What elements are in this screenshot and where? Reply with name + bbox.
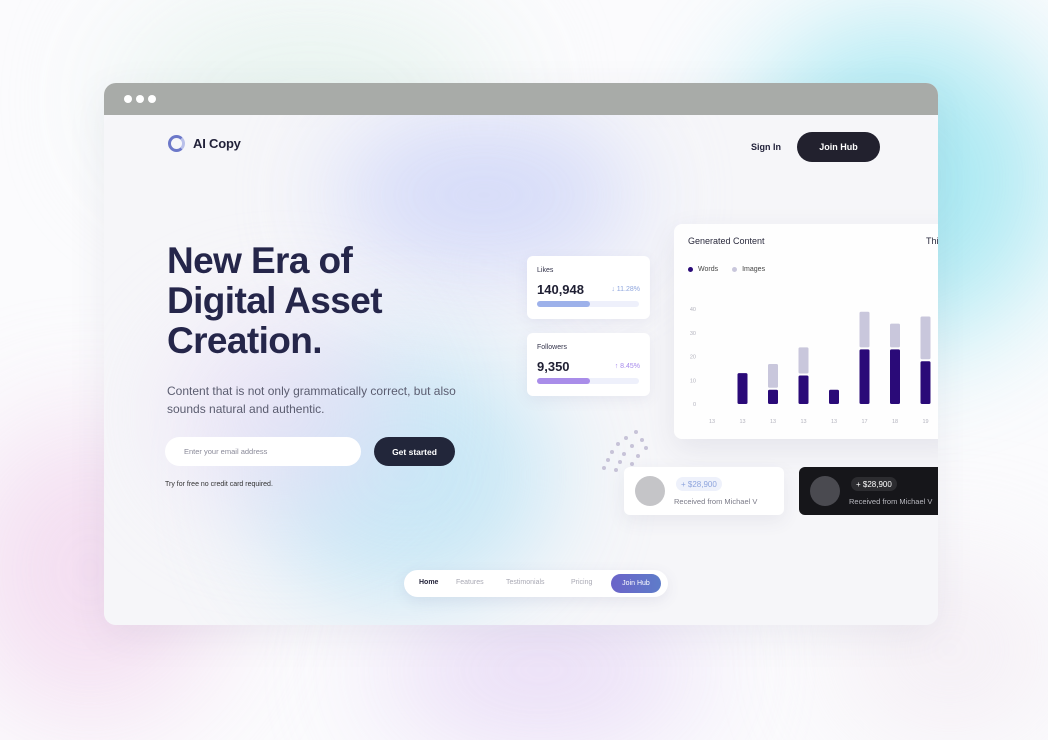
decorative-dot <box>630 444 634 448</box>
hero-title-line: Creation. <box>167 320 323 361</box>
window-control-dot[interactable] <box>148 95 156 103</box>
hero-title-line: Digital Asset <box>167 280 383 321</box>
y-tick-label: 30 <box>690 331 696 337</box>
decorative-dot <box>630 462 634 466</box>
followers-card: Followers 9,350 ↑ 8.45% <box>527 333 650 396</box>
stat-value: 9,350 <box>537 359 570 374</box>
stat-value: 140,948 <box>537 282 584 297</box>
browser-window: AI Copy Sign In Join Hub New Era of Digi… <box>104 83 938 625</box>
bar-images <box>798 347 809 374</box>
payment-card-dark: + $28,900 Received from Michael V <box>799 467 938 515</box>
join-hub-button[interactable]: Join Hub <box>797 132 880 162</box>
window-control-dot[interactable] <box>124 95 132 103</box>
brand-name: AI Copy <box>193 136 241 151</box>
bar-words <box>768 389 778 404</box>
stat-progress-track <box>537 378 639 384</box>
brand-logo[interactable]: AI Copy <box>168 135 241 152</box>
bar-images <box>859 311 870 348</box>
nav-item-features[interactable]: Features <box>456 579 484 586</box>
nav-join-hub-button[interactable]: Join Hub <box>611 574 661 593</box>
decorative-dot <box>640 438 644 442</box>
get-started-button[interactable]: Get started <box>374 437 455 466</box>
landing-page: AI Copy Sign In Join Hub New Era of Digi… <box>104 115 938 625</box>
avatar <box>810 476 840 506</box>
y-tick-label: 40 <box>690 307 696 313</box>
hero-title: New Era of Digital Asset Creation. <box>167 241 457 361</box>
stat-change: ↓ 11.28% <box>611 286 640 293</box>
x-tick-label: 18 <box>892 419 898 425</box>
nav-item-home[interactable]: Home <box>419 579 438 586</box>
decorative-dot <box>602 466 606 470</box>
bar-chart: 0 10 20 30 40 13 13 13 13 13 17 18 19 <box>690 307 931 425</box>
bar-images <box>890 323 900 348</box>
x-tick-label: 13 <box>709 419 715 425</box>
bottom-nav: Home Features Testimonials Pricing Join … <box>404 570 668 597</box>
hero-title-line: New Era of <box>167 240 353 281</box>
sign-in-link[interactable]: Sign In <box>751 142 781 152</box>
decorative-dot <box>606 458 610 462</box>
window-titlebar <box>104 83 938 115</box>
x-tick-label: 13 <box>831 419 837 425</box>
bar-words <box>798 375 809 404</box>
bar-words <box>859 349 870 404</box>
y-tick-label: 0 <box>693 402 696 408</box>
generated-content-chart-card: Generated Content Thi Words Images 0 10 20… <box>674 224 938 439</box>
x-tick-label: 13 <box>770 419 776 425</box>
stat-label: Followers <box>537 344 567 351</box>
decorative-dot <box>610 450 614 454</box>
decorative-dot <box>614 468 618 472</box>
bar-images <box>920 316 931 360</box>
payment-amount: + $28,900 <box>851 477 897 491</box>
bar-words <box>920 361 931 404</box>
decorative-dot <box>618 460 622 464</box>
x-tick-label: 13 <box>800 419 806 425</box>
decorative-dot <box>634 430 638 434</box>
nav-item-pricing[interactable]: Pricing <box>571 579 592 586</box>
hero-subtitle: Content that is not only grammatically c… <box>167 384 456 416</box>
payment-amount: + $28,900 <box>676 477 722 491</box>
stat-change: ↑ 8.45% <box>614 363 640 370</box>
payment-card-light: + $28,900 Received from Michael V <box>624 467 784 515</box>
stat-progress-fill <box>537 301 591 307</box>
bar-words <box>737 373 748 404</box>
decorative-dot <box>644 446 648 450</box>
decorative-dot <box>624 436 628 440</box>
x-tick-label: 19 <box>922 419 928 425</box>
avatar <box>635 476 665 506</box>
free-trial-note: Try for free no credit card required. <box>165 481 273 488</box>
window-control-dot[interactable] <box>136 95 144 103</box>
nav-item-testimonials[interactable]: Testimonials <box>506 579 545 586</box>
decorative-dot <box>616 442 620 446</box>
likes-card: Likes 140,948 ↓ 11.28% <box>527 256 650 319</box>
decorative-dot <box>636 454 640 458</box>
bar-words <box>829 389 839 404</box>
stat-label: Likes <box>537 267 554 274</box>
logo-ring-icon <box>168 135 185 152</box>
payment-source: Received from Michael V <box>849 497 933 506</box>
stat-progress-track <box>537 301 639 307</box>
x-tick-label: 17 <box>861 419 867 425</box>
payment-source: Received from Michael V <box>674 497 758 506</box>
decorative-dot <box>622 452 626 456</box>
bar-words <box>890 349 900 404</box>
stat-progress-fill <box>537 378 591 384</box>
email-input[interactable] <box>165 437 361 466</box>
bar-images <box>768 364 778 388</box>
y-tick-label: 10 <box>690 378 696 384</box>
x-tick-label: 13 <box>739 419 745 425</box>
y-tick-label: 20 <box>690 355 696 361</box>
